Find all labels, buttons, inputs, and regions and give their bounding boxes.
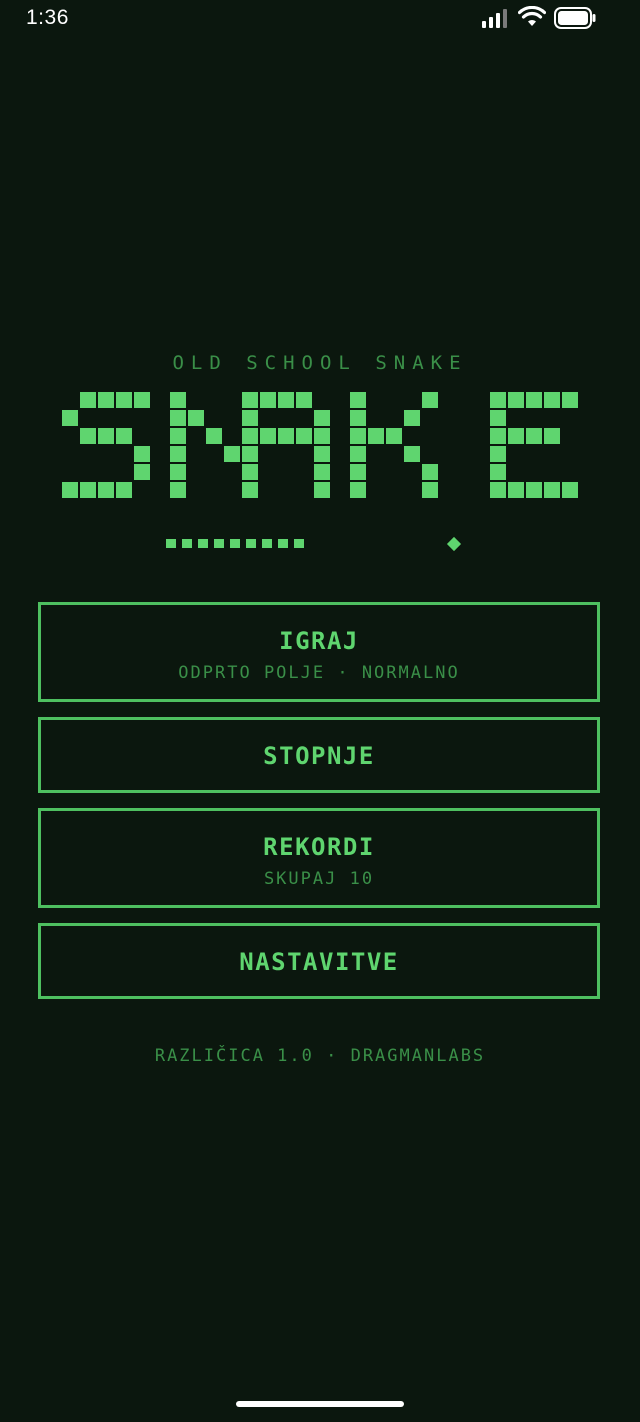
logo-pixel xyxy=(314,464,330,480)
snake-body-segment xyxy=(278,539,288,548)
logo-pixel xyxy=(350,428,366,444)
logo-pixel xyxy=(508,482,524,498)
records-button-label: REKORDI xyxy=(263,833,375,861)
logo-pixel xyxy=(170,392,186,408)
logo-pixel xyxy=(526,392,542,408)
wifi-icon xyxy=(518,6,546,26)
logo-pixel xyxy=(314,428,330,444)
logo-pixel xyxy=(490,410,506,426)
logo-pixel xyxy=(116,482,132,498)
levels-button-label: STOPNJE xyxy=(263,742,375,770)
logo-pixel xyxy=(224,446,240,462)
subtitle: OLD SCHOOL SNAKE xyxy=(172,352,468,374)
logo-pixel xyxy=(242,446,258,462)
signal-icon xyxy=(482,9,507,28)
snake-body-segment xyxy=(230,539,240,548)
logo-pixel xyxy=(544,392,560,408)
logo-pixel xyxy=(134,392,150,408)
snake-body-segment xyxy=(262,539,272,548)
food-icon xyxy=(446,536,462,552)
play-button-subtitle: ODPRTO POLJE · NORMALNO xyxy=(178,663,460,683)
logo-pixel xyxy=(260,392,276,408)
snake-body-segment xyxy=(182,539,192,548)
logo-pixel xyxy=(170,464,186,480)
logo-pixel xyxy=(508,428,524,444)
logo-pixel xyxy=(422,392,438,408)
logo-pixel xyxy=(62,482,78,498)
status-bar: 1:36 xyxy=(0,0,640,40)
settings-button-label: NASTAVITVE xyxy=(239,948,399,976)
snake-body-segment xyxy=(294,539,304,548)
logo-pixel xyxy=(296,392,312,408)
logo-pixel xyxy=(242,410,258,426)
logo-pixel xyxy=(386,428,402,444)
logo-pixel xyxy=(278,392,294,408)
logo-pixel xyxy=(170,482,186,498)
logo-pixel xyxy=(368,428,384,444)
logo-pixel xyxy=(404,446,420,462)
version-footer: RAZLIČICA 1.0 · DRAGMANLABS xyxy=(154,1046,486,1066)
logo-pixel xyxy=(170,410,186,426)
logo-pixel xyxy=(350,482,366,498)
logo-pixel xyxy=(314,446,330,462)
logo-pixel xyxy=(170,428,186,444)
settings-button[interactable]: NASTAVITVE xyxy=(38,923,600,999)
logo-pixel xyxy=(134,464,150,480)
logo-pixel xyxy=(80,482,96,498)
logo-pixel xyxy=(562,482,578,498)
logo-pixel xyxy=(98,392,114,408)
logo-pixel xyxy=(116,392,132,408)
logo-pixel xyxy=(260,428,276,444)
logo-pixel xyxy=(490,464,506,480)
logo-pixel xyxy=(350,464,366,480)
logo-pixel xyxy=(116,428,132,444)
logo-pixel xyxy=(490,482,506,498)
snake-body-segment xyxy=(214,539,224,548)
snake-logo xyxy=(62,392,578,552)
logo-pixel xyxy=(242,482,258,498)
logo-pixel xyxy=(278,428,294,444)
logo-pixel xyxy=(242,428,258,444)
logo-pixel xyxy=(544,428,560,444)
logo-pixel xyxy=(188,410,204,426)
logo-pixel xyxy=(98,482,114,498)
logo-pixel xyxy=(242,392,258,408)
logo-pixel xyxy=(422,482,438,498)
logo-pixel xyxy=(80,392,96,408)
records-button-subtitle: SKUPAJ 10 xyxy=(263,869,375,889)
logo-pixel xyxy=(206,428,222,444)
logo-pixel xyxy=(490,428,506,444)
snake-body-segment xyxy=(198,539,208,548)
status-time: 1:36 xyxy=(26,6,69,29)
logo-pixel xyxy=(490,446,506,462)
battery-icon xyxy=(554,7,596,29)
logo-pixel xyxy=(350,410,366,426)
logo-pixel xyxy=(508,392,524,408)
logo-pixel xyxy=(170,446,186,462)
logo-pixel xyxy=(422,464,438,480)
levels-button[interactable]: STOPNJE xyxy=(38,717,600,793)
logo-pixel xyxy=(490,392,506,408)
play-button[interactable]: IGRAJ ODPRTO POLJE · NORMALNO xyxy=(38,602,600,702)
logo-pixel xyxy=(98,428,114,444)
logo-pixel xyxy=(544,482,560,498)
logo-pixel xyxy=(134,446,150,462)
snake-body-segment xyxy=(166,539,176,548)
logo-pixel xyxy=(526,482,542,498)
snake-body-segment xyxy=(246,539,256,548)
home-indicator[interactable] xyxy=(236,1401,404,1407)
logo-pixel xyxy=(314,410,330,426)
logo-pixel xyxy=(526,428,542,444)
logo-pixel xyxy=(62,410,78,426)
logo-pixel xyxy=(350,446,366,462)
logo-pixel xyxy=(242,464,258,480)
logo-pixel xyxy=(296,428,312,444)
records-button[interactable]: REKORDI SKUPAJ 10 xyxy=(38,808,600,908)
logo-pixel xyxy=(350,392,366,408)
play-button-label: IGRAJ xyxy=(279,627,359,655)
logo-pixel xyxy=(314,482,330,498)
logo-pixel xyxy=(562,392,578,408)
logo-pixel xyxy=(404,410,420,426)
logo-pixel xyxy=(80,428,96,444)
